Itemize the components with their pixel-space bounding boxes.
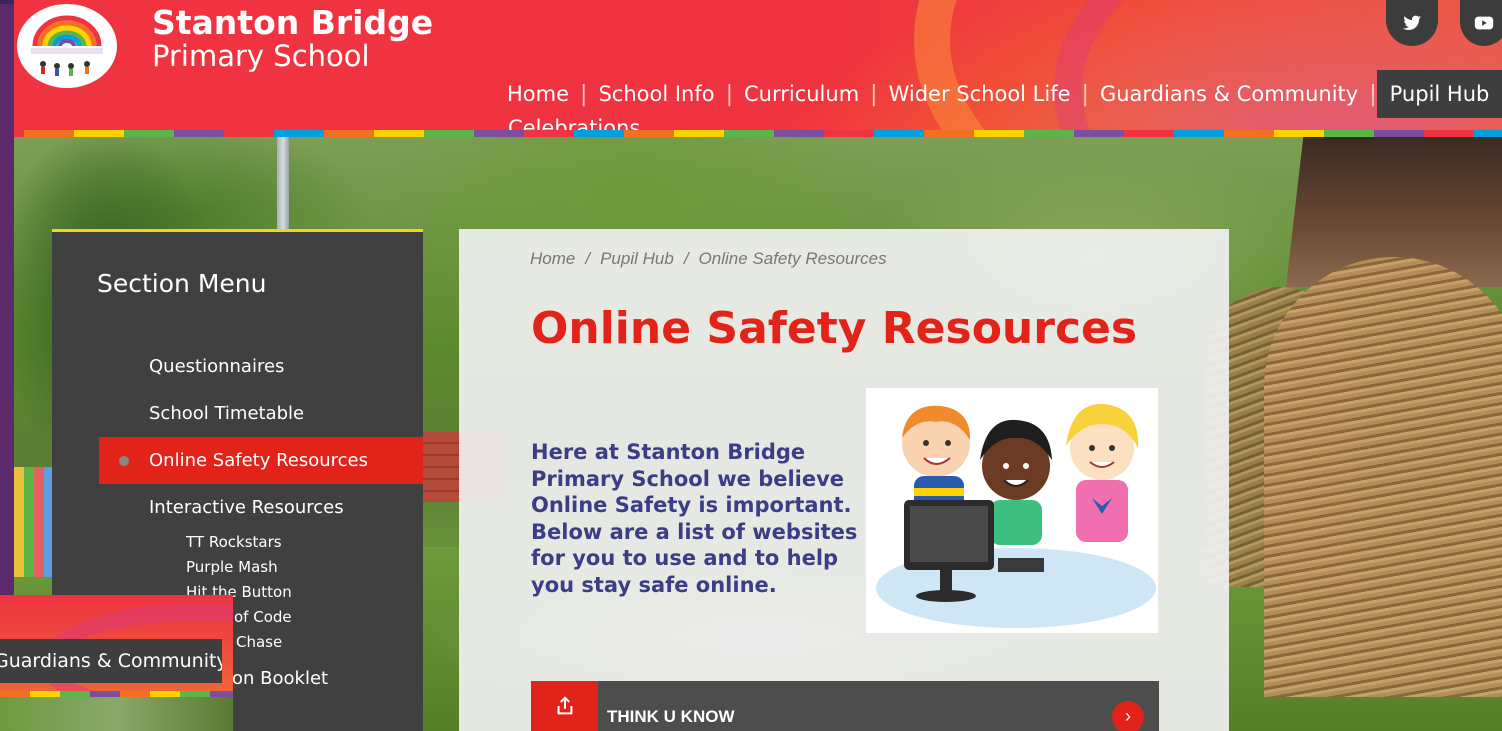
breadcrumb: Home / Pupil Hub / Online Safety Resourc… [530, 249, 887, 269]
nav-celebrations[interactable]: Celebrations [508, 114, 640, 130]
breadcrumb-separator: / [585, 249, 591, 268]
nav-home[interactable]: Home [496, 70, 580, 118]
menu-item-questionnaires[interactable]: Questionnaires [99, 343, 423, 390]
nav-pupil-hub[interactable]: Pupil Hub [1376, 70, 1502, 118]
sub-item-tt-rockstars[interactable]: TT Rockstars [186, 530, 292, 555]
chevron-right-icon[interactable]: › [1112, 701, 1144, 731]
nav-separator: | [1081, 81, 1089, 107]
school-name[interactable]: Stanton Bridge Primary School [152, 3, 434, 73]
overlay-guardians-community[interactable]: Guardians & Community [0, 639, 222, 683]
sub-item-purple-mash[interactable]: Purple Mash [186, 555, 292, 580]
youtube-button[interactable] [1460, 0, 1502, 46]
nav-school-info[interactable]: School Info [587, 70, 725, 118]
colored-fence [14, 467, 54, 577]
school-logo[interactable] [17, 4, 117, 88]
nav-guardians-community[interactable]: Guardians & Community [1089, 70, 1369, 118]
section-menu-title: Section Menu [97, 269, 267, 298]
external-link-icon [557, 696, 572, 715]
youtube-icon [1474, 16, 1494, 30]
nav-wider-school-life[interactable]: Wider School Life [878, 70, 1082, 118]
overlay-label: Guardians & Community [0, 650, 222, 672]
resource-link-think-u-know[interactable]: THINK U KNOW › [531, 681, 1159, 731]
nav-separator: | [580, 81, 588, 107]
bullet-icon [119, 456, 129, 466]
rainbow-strip [24, 130, 1502, 137]
menu-item-online-safety-resources[interactable]: Online Safety Resources [99, 437, 423, 484]
resource-link-label: THINK U KNOW [607, 707, 735, 726]
breadcrumb-home[interactable]: Home [530, 249, 575, 269]
menu-item-interactive-resources[interactable]: Interactive Resources [99, 484, 423, 531]
kids-computer-illustration [866, 388, 1158, 633]
external-link-button [531, 681, 598, 731]
intro-text: Here at Stanton Bridge Primary School we… [531, 440, 858, 597]
overlay-photo-strip [0, 697, 233, 731]
content-panel: Home / Pupil Hub / Online Safety Resourc… [459, 229, 1229, 731]
main-nav: Home | School Info | Curriculum | Wider … [496, 70, 1502, 118]
breadcrumb-current: Online Safety Resources [698, 249, 887, 268]
willow-dome-large [1264, 257, 1502, 697]
breadcrumb-pupil-hub[interactable]: Pupil Hub [600, 249, 674, 269]
floating-nav-overlay: Guardians & Community [0, 595, 233, 731]
breadcrumb-separator: / [683, 249, 689, 268]
page-title: Online Safety Resources [531, 303, 1138, 354]
lamp-pole [277, 137, 289, 237]
menu-item-booklet[interactable]: on Booklet [232, 668, 328, 689]
menu-item-label: Online Safety Resources [149, 450, 369, 471]
school-name-line2: Primary School [152, 39, 370, 73]
twitter-icon [1402, 15, 1422, 31]
menu-item-school-timetable[interactable]: School Timetable [99, 390, 423, 437]
nav-separator: | [870, 81, 878, 107]
nav-separator: | [725, 81, 733, 107]
nav-curriculum[interactable]: Curriculum [733, 70, 870, 118]
section-menu-list: Questionnaires School Timetable Online S… [99, 343, 423, 531]
nav-separator: | [1369, 81, 1377, 107]
school-name-line1: Stanton Bridge [152, 3, 434, 42]
rainbow-logo-icon [31, 15, 103, 76]
